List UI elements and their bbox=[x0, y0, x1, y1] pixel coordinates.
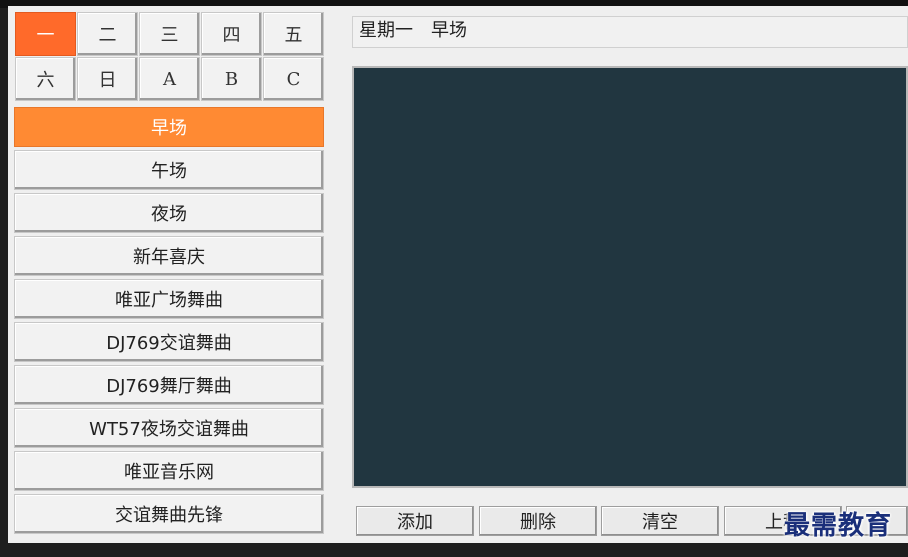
watermark-logo: 最需教育 bbox=[784, 511, 893, 541]
session-button-afternoon[interactable]: 午场 bbox=[14, 150, 324, 190]
day-button-a[interactable]: A bbox=[139, 57, 200, 101]
session-button-new-year[interactable]: 新年喜庆 bbox=[14, 236, 324, 276]
playlist-area[interactable] bbox=[352, 66, 908, 488]
day-button-sat[interactable]: 六 bbox=[15, 57, 76, 101]
day-button-sun[interactable]: 日 bbox=[77, 57, 138, 101]
session-button-dj769-ballroom[interactable]: DJ769舞厅舞曲 bbox=[14, 365, 324, 405]
add-button[interactable]: 添加 bbox=[356, 506, 474, 536]
session-button-weiya-music[interactable]: 唯亚音乐网 bbox=[14, 451, 324, 491]
session-button-weiya-square[interactable]: 唯亚广场舞曲 bbox=[14, 279, 324, 319]
window-bottom-bar bbox=[0, 543, 908, 557]
day-button-wed[interactable]: 三 bbox=[139, 12, 200, 56]
day-button-fri[interactable]: 五 bbox=[263, 12, 324, 56]
day-button-thu[interactable]: 四 bbox=[201, 12, 262, 56]
delete-button[interactable]: 删除 bbox=[479, 506, 597, 536]
day-button-b[interactable]: B bbox=[201, 57, 262, 101]
day-button-c[interactable]: C bbox=[263, 57, 324, 101]
clear-button[interactable]: 清空 bbox=[601, 506, 719, 536]
session-button-wt57-night[interactable]: WT57夜场交谊舞曲 bbox=[14, 408, 324, 448]
day-button-tue[interactable]: 二 bbox=[77, 12, 138, 56]
session-button-night[interactable]: 夜场 bbox=[14, 193, 324, 233]
session-button-morning[interactable]: 早场 bbox=[14, 107, 324, 147]
current-selection-label: 星期一 早场 bbox=[352, 16, 908, 48]
day-button-mon[interactable]: 一 bbox=[15, 12, 76, 56]
session-button-social-pioneer[interactable]: 交谊舞曲先锋 bbox=[14, 494, 324, 534]
session-button-dj769-social[interactable]: DJ769交谊舞曲 bbox=[14, 322, 324, 362]
